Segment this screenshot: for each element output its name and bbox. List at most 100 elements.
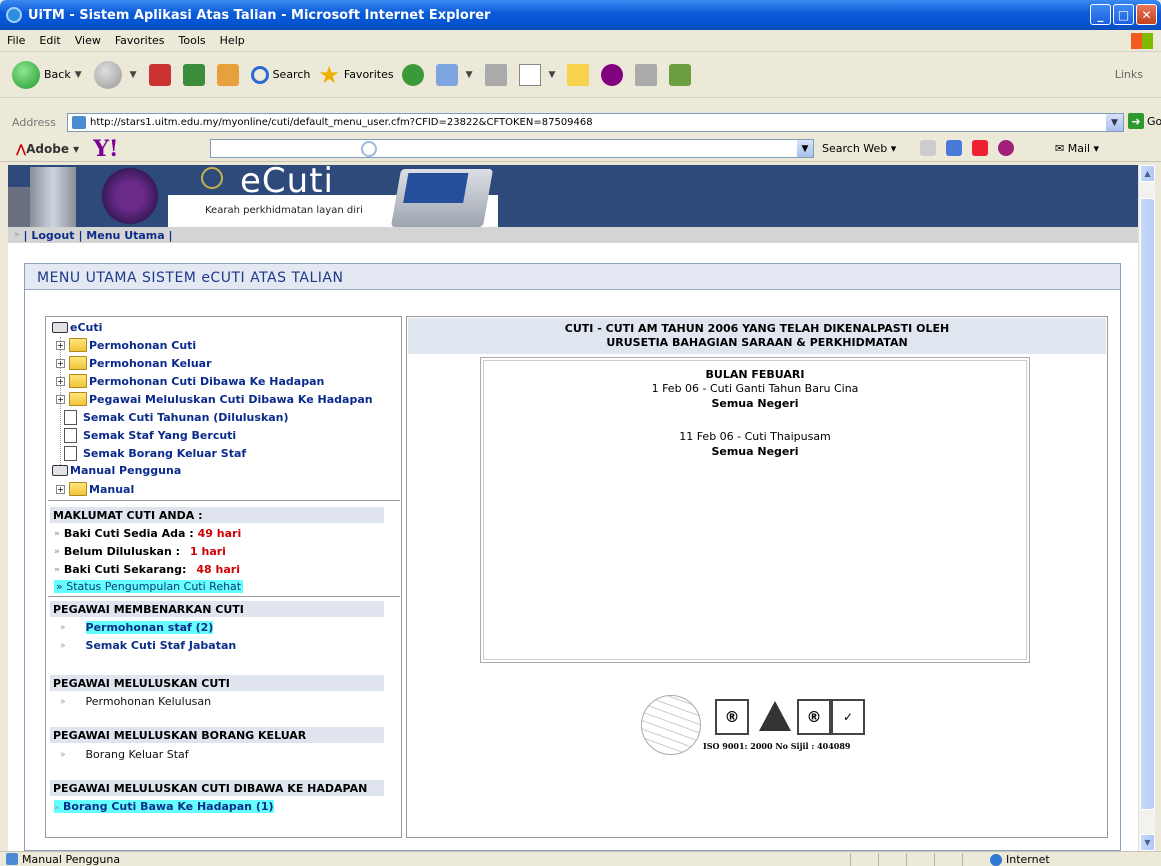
tree-root-manual-pengguna[interactable]: Manual Pengguna: [52, 464, 181, 477]
mail-icon: [435, 63, 458, 86]
status-bar: Manual Pengguna Internet: [0, 851, 1161, 866]
popup-blocker-icon[interactable]: [998, 140, 1014, 156]
menu-file[interactable]: File: [0, 34, 32, 47]
tree-root-label: eCuti: [70, 321, 103, 334]
expand-icon[interactable]: +: [56, 358, 65, 368]
close-button[interactable]: ✕: [1136, 4, 1157, 25]
expand-icon[interactable]: +: [56, 376, 65, 386]
back-button[interactable]: Back ▼: [12, 60, 86, 89]
maximize-button[interactable]: □: [1113, 4, 1134, 25]
tower-image: [30, 167, 76, 227]
edit-button[interactable]: ▼: [518, 63, 560, 86]
title-bar: UiTM - Sistem Aplikasi Atas Talian - Mic…: [0, 0, 1161, 30]
double-chevron-icon: »: [60, 696, 66, 707]
tree-item-cuti-dibawa[interactable]: + Permohonan Cuti Dibawa Ke Hadapan: [56, 374, 324, 388]
tree-root-ecuti[interactable]: eCuti: [52, 321, 102, 334]
stop-button[interactable]: [148, 63, 175, 86]
menu-view[interactable]: View: [68, 34, 108, 47]
tree-item-manual[interactable]: + Manual: [56, 482, 134, 496]
expand-icon[interactable]: +: [56, 340, 65, 350]
home-button[interactable]: [216, 63, 243, 86]
bookmarks-icon[interactable]: [946, 140, 962, 156]
search-button[interactable]: Search: [250, 65, 310, 84]
registered-mark-icon: ®: [797, 699, 831, 735]
tree-doc-label: Semak Cuti Tahunan (Diluluskan): [83, 411, 289, 424]
tree-doc-semak-staf[interactable]: Semak Staf Yang Bercuti: [62, 428, 236, 443]
history-button[interactable]: [401, 63, 428, 86]
favorites-button[interactable]: ★ Favorites: [318, 63, 393, 87]
ie-icon: [6, 7, 22, 23]
scroll-up-button[interactable]: ▲: [1140, 165, 1155, 182]
banner-title: eCuti: [240, 165, 334, 201]
adobe-icon: ⋀: [16, 141, 27, 156]
tree-doc-semak-cuti-tahunan[interactable]: Semak Cuti Tahunan (Diluluskan): [62, 410, 289, 425]
adobe-button[interactable]: ⋀Adobe ▾: [16, 142, 79, 156]
menu-edit[interactable]: Edit: [32, 34, 67, 47]
chevron-down-icon: ▼: [548, 69, 556, 80]
building-image: [8, 187, 30, 227]
laptop-screen: [403, 173, 469, 203]
address-url: http://stars1.uitm.edu.my/myonline/cuti/…: [90, 117, 593, 128]
loading-ring-icon: [361, 141, 377, 157]
forward-button[interactable]: ▼: [93, 60, 141, 89]
belum-diluluskan-row: » Belum Diluluskan : 1 hari: [54, 545, 226, 558]
semak-staf-label: Semak Cuti Staf Jabatan: [85, 639, 237, 652]
windows-logo-icon: [1131, 33, 1153, 49]
borang-hadapan-link[interactable]: » Borang Cuti Bawa Ke Hadapan (1): [54, 800, 274, 813]
highlight-block: » Borang Cuti Bawa Ke Hadapan (1): [54, 800, 274, 813]
menu-favorites[interactable]: Favorites: [108, 34, 172, 47]
minimize-button[interactable]: _: [1090, 4, 1111, 25]
menu-help[interactable]: Help: [213, 34, 252, 47]
logout-link[interactable]: | Logout: [24, 229, 75, 242]
refresh-button[interactable]: [182, 63, 209, 86]
antispy-icon[interactable]: [972, 140, 988, 156]
highlight-icon[interactable]: [920, 140, 936, 156]
yahoo-logo-icon[interactable]: Y!: [93, 136, 118, 162]
mail-label: Mail: [1067, 142, 1091, 155]
address-label: Address: [12, 115, 56, 129]
print-button[interactable]: [484, 63, 511, 86]
address-dropdown-icon[interactable]: ▼: [1106, 114, 1123, 131]
yahoo-messenger-button[interactable]: [601, 63, 627, 86]
belum-label: Belum Diluluskan :: [63, 545, 181, 558]
scroll-thumb[interactable]: [1140, 198, 1155, 810]
menu-utama-link[interactable]: | Menu Utama |: [78, 229, 172, 242]
borang-keluar-link[interactable]: » Borang Keluar Staf: [60, 748, 189, 761]
permohonan-staf-link[interactable]: » Permohonan staf (2): [60, 621, 214, 634]
window-title: UiTM - Sistem Aplikasi Atas Talian - Mic…: [28, 7, 491, 23]
status-divider: [878, 853, 879, 866]
address-input[interactable]: http://stars1.uitm.edu.my/myonline/cuti/…: [67, 113, 1124, 132]
expand-icon[interactable]: +: [56, 394, 65, 404]
double-chevron-icon: »: [60, 622, 66, 633]
scroll-down-button[interactable]: ▼: [1140, 834, 1155, 851]
semak-staf-jabatan-link[interactable]: » Semak Cuti Staf Jabatan: [60, 639, 236, 652]
status-pengumpulan-link[interactable]: » Status Pengumpulan Cuti Rehat: [54, 580, 244, 593]
tree-item-pegawai-meluluskan[interactable]: + Pegawai Meluluskan Cuti Dibawa Ke Hadap…: [56, 392, 373, 406]
yahoo-search-dropdown-icon[interactable]: ▼: [797, 140, 813, 157]
permohonan-kelulusan-link[interactable]: » Permohonan Kelulusan: [60, 695, 211, 708]
tree-item-label: Permohonan Keluar: [89, 356, 212, 370]
search-web-button[interactable]: Search Web ▾: [822, 142, 896, 155]
mail-menu[interactable]: ✉ Mail ▾: [1055, 142, 1099, 155]
folder-button[interactable]: [567, 63, 593, 86]
msn-button[interactable]: [669, 63, 695, 86]
folder-icon: [69, 392, 87, 406]
tree-item-label: Permohonan Cuti Dibawa Ke Hadapan: [89, 374, 325, 388]
menu-tools[interactable]: Tools: [172, 34, 213, 47]
banner-tagline: Kearah perkhidmatan layan diri: [205, 205, 363, 216]
tree-item-label: Permohonan Cuti: [89, 338, 197, 352]
refresh-icon: [182, 63, 205, 86]
tree-item-permohonan-keluar[interactable]: + Permohonan Keluar: [56, 356, 212, 370]
expand-icon[interactable]: +: [56, 484, 65, 494]
holiday-header-line2: URUSETIA BAHAGIAN SARAAN & PERKHIDMATAN: [606, 336, 908, 349]
mail-button[interactable]: ▼: [435, 63, 477, 86]
research-button[interactable]: [635, 63, 661, 86]
tree-item-permohonan-cuti[interactable]: + Permohonan Cuti: [56, 338, 196, 352]
vertical-scrollbar[interactable]: ▲ ▼: [1138, 165, 1155, 851]
yahoo-search-input[interactable]: ▼: [210, 139, 814, 158]
holiday-scope: Semua Negeri: [711, 445, 799, 458]
go-button[interactable]: ➜ Go: [1128, 113, 1161, 129]
links-button[interactable]: Links: [1115, 68, 1143, 81]
folder-icon: [69, 374, 87, 388]
tree-doc-semak-borang[interactable]: Semak Borang Keluar Staf: [62, 446, 246, 461]
